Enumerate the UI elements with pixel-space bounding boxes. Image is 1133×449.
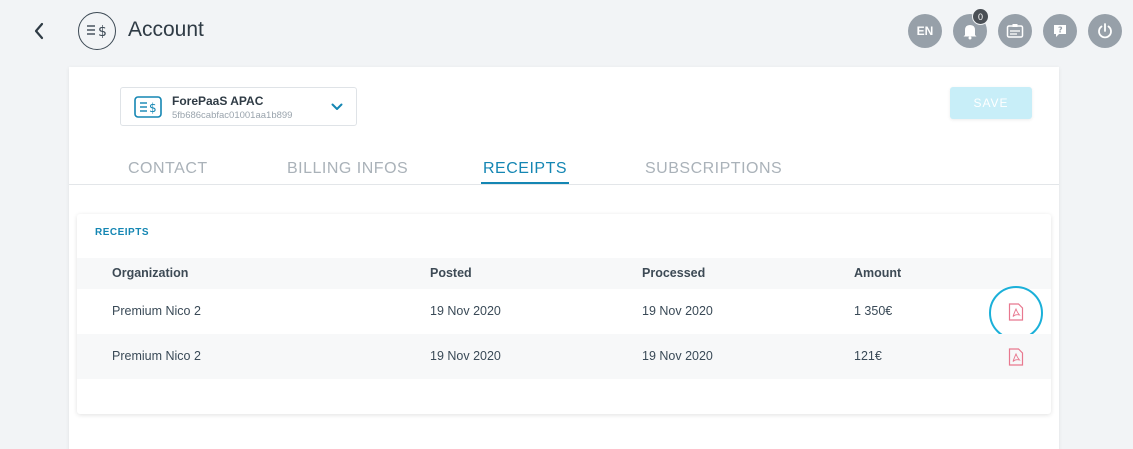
cell-amount: 1 350€: [854, 304, 893, 318]
receipts-panel: RECEIPTS Organization Posted Processed A…: [77, 214, 1051, 414]
svg-text:$: $: [149, 101, 157, 115]
pdf-download-icon[interactable]: [1008, 303, 1024, 321]
table-row: Premium Nico 2 19 Nov 2020 19 Nov 2020 1…: [77, 286, 1051, 340]
organization-select[interactable]: $ ForePaaS APAC 5fb686cabfac01001aa1b899: [120, 87, 357, 126]
table-row: Premium Nico 2 19 Nov 2020 19 Nov 2020 1…: [77, 334, 1051, 379]
column-header-processed[interactable]: Processed: [642, 266, 705, 280]
back-arrow-icon: [34, 22, 44, 40]
cell-processed: 19 Nov 2020: [642, 349, 713, 363]
svg-text:?: ?: [1058, 26, 1063, 35]
table-header: Organization Posted Processed Amount: [77, 258, 1051, 289]
cell-processed: 19 Nov 2020: [642, 304, 713, 318]
tab-subscriptions[interactable]: SUBSCRIPTIONS: [645, 160, 782, 182]
column-header-amount[interactable]: Amount: [854, 266, 901, 280]
id-card-icon: [1006, 24, 1024, 38]
power-icon: [1098, 23, 1112, 39]
cell-posted: 19 Nov 2020: [430, 349, 501, 363]
tab-receipts[interactable]: RECEIPTS: [481, 160, 570, 184]
notifications-button[interactable]: 0: [953, 8, 989, 48]
pdf-download-icon[interactable]: [1008, 348, 1024, 366]
receipts-title: RECEIPTS: [95, 227, 150, 238]
account-card: $ ForePaaS APAC 5fb686cabfac01001aa1b899…: [69, 67, 1059, 449]
account-tabs: CONTACT BILLING INFOS RECEIPTS SUBSCRIPT…: [69, 157, 1059, 185]
help-button[interactable]: ?: [1043, 14, 1077, 48]
save-button[interactable]: SAVE: [950, 87, 1032, 119]
column-header-posted[interactable]: Posted: [430, 266, 472, 280]
page-title: Account: [128, 18, 204, 41]
svg-text:$: $: [98, 24, 107, 40]
help-icon: ?: [1054, 25, 1066, 37]
organization-name: ForePaaS APAC: [172, 94, 264, 108]
notifications-badge: 0: [972, 8, 989, 25]
receipts-table: Organization Posted Processed Amount Pre…: [77, 258, 1051, 379]
cell-amount: 121€: [854, 349, 882, 363]
organization-id: 5fb686cabfac01001aa1b899: [172, 110, 293, 121]
back-button[interactable]: [28, 18, 50, 44]
column-header-organization[interactable]: Organization: [112, 266, 188, 280]
language-button[interactable]: EN: [908, 14, 942, 48]
tab-billing-infos[interactable]: BILLING INFOS: [287, 160, 408, 182]
account-billing-icon: $: [78, 12, 116, 50]
bell-icon: [963, 25, 977, 40]
tab-contact[interactable]: CONTACT: [128, 160, 208, 182]
cell-organization: Premium Nico 2: [112, 349, 201, 363]
profile-card-button[interactable]: [998, 14, 1032, 48]
cell-organization: Premium Nico 2: [112, 304, 201, 318]
cell-posted: 19 Nov 2020: [430, 304, 501, 318]
language-label: EN: [916, 24, 934, 38]
chevron-down-icon: [331, 103, 343, 110]
billing-org-icon: $: [134, 96, 162, 118]
logout-button[interactable]: [1088, 14, 1122, 48]
